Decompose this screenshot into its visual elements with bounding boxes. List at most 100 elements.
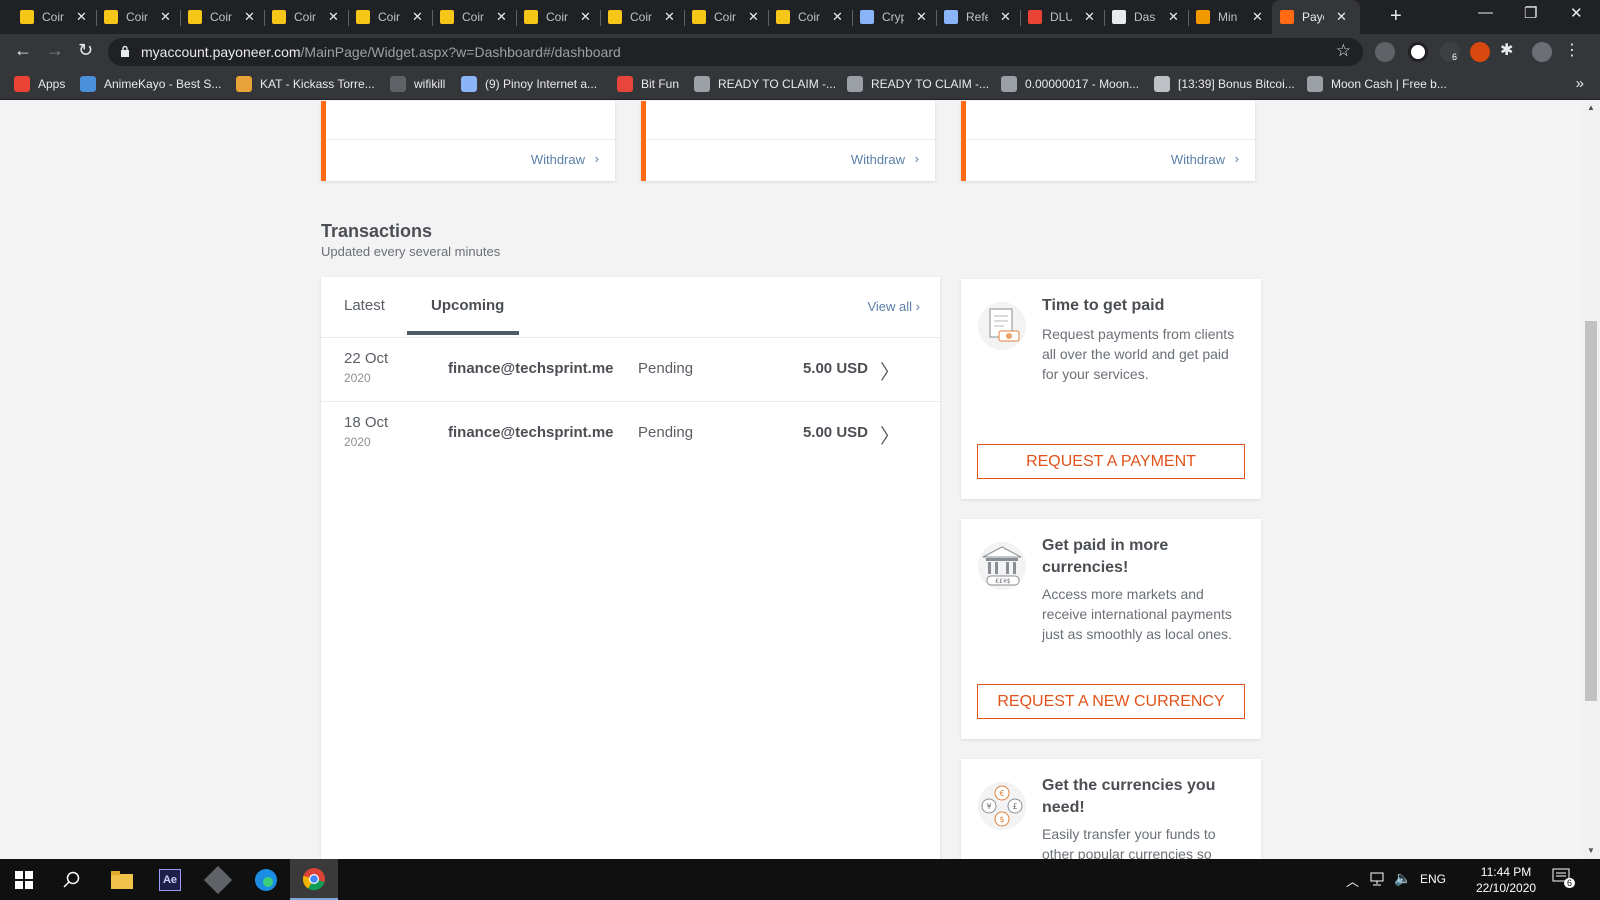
globe-icon [1112, 10, 1126, 24]
request-payment-button[interactable]: REQUEST A PAYMENT [977, 444, 1245, 479]
tab-close-icon[interactable]: ✕ [76, 9, 87, 25]
ghost-extension-icon[interactable] [1408, 42, 1428, 62]
tab-close-icon[interactable]: ✕ [664, 9, 675, 25]
browser-tab[interactable]: Coin ✕ [348, 0, 432, 34]
bookmark-item[interactable]: READY TO CLAIM -... [847, 76, 989, 92]
bookmark-star-icon[interactable]: ☆ [1336, 41, 1351, 61]
coin-icon [440, 10, 454, 24]
chevron-right-icon[interactable]: 〉 [880, 420, 900, 449]
browser-tab[interactable]: Cryp ✕ [852, 0, 936, 34]
request-currency-button[interactable]: REQUEST A NEW CURRENCY [977, 684, 1245, 719]
tab-close-icon[interactable]: ✕ [412, 9, 423, 25]
notifications-icon[interactable]: 6 [1552, 868, 1576, 890]
back-button[interactable]: ← [14, 40, 32, 61]
bookmark-item[interactable]: Bit Fun [617, 76, 679, 92]
browser-tab[interactable]: Payo ✕ [1272, 0, 1360, 34]
language-indicator[interactable]: ENG [1420, 872, 1446, 886]
app-icon[interactable] [194, 859, 242, 900]
tab-close-icon[interactable]: ✕ [244, 9, 255, 25]
bookmark-item[interactable]: AnimeKayo - Best S... [80, 76, 221, 92]
browser-tab[interactable]: Min ✕ [1188, 0, 1272, 34]
payoneer-dashboard: Withdraw › Withdraw › Withdraw › Transac… [0, 101, 1582, 859]
transaction-row[interactable]: 22 Oct 2020 finance@techsprint.me Pendin… [321, 338, 940, 402]
tab-close-icon[interactable]: ✕ [1084, 9, 1095, 25]
bookmark-item[interactable]: (9) Pinoy Internet a... [461, 76, 597, 92]
volume-icon[interactable]: 🔈 [1394, 870, 1411, 887]
browser-tab[interactable]: Coin ✕ [96, 0, 180, 34]
forward-button[interactable]: → [46, 40, 64, 61]
chrome-icon[interactable] [290, 859, 338, 900]
browser-tab[interactable]: Coin ✕ [516, 0, 600, 34]
bookmark-item[interactable]: wifikill [390, 76, 445, 92]
page-scrollbar[interactable]: ▲ ▼ [1582, 101, 1600, 859]
tab-close-icon[interactable]: ✕ [496, 9, 507, 25]
minimize-button[interactable]: — [1478, 4, 1493, 21]
browser-tab[interactable]: Coin ✕ [180, 0, 264, 34]
tab-close-icon[interactable]: ✕ [160, 9, 171, 25]
browser-tab[interactable]: Coin ✕ [264, 0, 348, 34]
windows-start-icon[interactable] [0, 859, 48, 900]
scroll-up-arrow[interactable]: ▲ [1587, 103, 1595, 112]
tab-close-icon[interactable]: ✕ [748, 9, 759, 25]
tab-close-icon[interactable]: ✕ [328, 9, 339, 25]
extension-icon[interactable] [1375, 42, 1395, 62]
browser-tab[interactable]: Refe ✕ [936, 0, 1020, 34]
profile-avatar[interactable] [1532, 42, 1552, 62]
tab-close-icon[interactable]: ✕ [1252, 9, 1263, 25]
browser-tab[interactable]: Coin ✕ [12, 0, 96, 34]
lock-icon[interactable] [120, 45, 130, 57]
gmail-icon [1028, 10, 1042, 24]
edge-icon[interactable] [242, 859, 290, 900]
reload-button[interactable]: ↻ [78, 40, 93, 61]
scroll-down-arrow[interactable]: ▼ [1587, 846, 1595, 855]
new-tab-button[interactable]: + [1390, 5, 1402, 28]
withdraw-link[interactable]: Withdraw [1171, 152, 1225, 167]
bookmark-item[interactable]: KAT - Kickass Torre... [236, 76, 375, 92]
address-bar[interactable]: myaccount.payoneer.com/MainPage/Widget.a… [108, 38, 1363, 66]
restore-button[interactable]: ❐ [1524, 4, 1537, 22]
browser-menu-icon[interactable]: ⋮ [1564, 40, 1584, 60]
scroll-thumb[interactable] [1585, 321, 1597, 701]
puzzle-extensions-icon[interactable]: ✱ [1500, 40, 1520, 60]
tab-close-icon[interactable]: ✕ [832, 9, 843, 25]
chevron-right-icon[interactable]: 〉 [880, 356, 900, 385]
url-text[interactable]: myaccount.payoneer.com/MainPage/Widget.a… [141, 44, 621, 60]
file-explorer-icon[interactable] [98, 859, 146, 900]
browser-tab[interactable]: Coin ✕ [684, 0, 768, 34]
chevron-right-icon: › [914, 151, 919, 166]
bookmark-label: [13:39] Bonus Bitcoi... [1178, 77, 1295, 91]
bookmark-item[interactable]: READY TO CLAIM -... [694, 76, 836, 92]
view-all-link[interactable]: View all › [867, 299, 920, 314]
search-icon[interactable] [48, 859, 96, 900]
clock[interactable]: 11:44 PM 22/10/2020 [1476, 864, 1536, 896]
network-icon[interactable] [1370, 872, 1388, 886]
bookmark-item[interactable]: [13:39] Bonus Bitcoi... [1154, 76, 1295, 92]
tab-close-icon[interactable]: ✕ [580, 9, 591, 25]
browser-tab[interactable]: DLU ✕ [1020, 0, 1104, 34]
promo-card-get-paid: Time to get paid Request payments from c… [961, 279, 1261, 499]
flame-extension-icon[interactable] [1470, 42, 1490, 62]
withdraw-link[interactable]: Withdraw [531, 152, 585, 167]
apps-shortcut[interactable]: Apps [14, 76, 65, 92]
tab-close-icon[interactable]: ✕ [916, 9, 927, 25]
close-window-button[interactable]: ✕ [1570, 4, 1583, 22]
tab-title: Coin [462, 10, 484, 24]
bookmark-item[interactable]: 0.00000017 - Moon... [1001, 76, 1139, 92]
tab-close-icon[interactable]: ✕ [1168, 9, 1179, 25]
after-effects-icon[interactable]: Ae [146, 859, 194, 900]
tab-upcoming[interactable]: Upcoming [431, 297, 504, 314]
browser-tab[interactable]: Coin ✕ [768, 0, 852, 34]
transaction-row[interactable]: 18 Oct 2020 finance@techsprint.me Pendin… [321, 402, 940, 466]
tab-close-icon[interactable]: ✕ [1000, 9, 1011, 25]
promo-title: Get paid in more currencies! [1042, 537, 1169, 576]
browser-tab[interactable]: Das ✕ [1104, 0, 1188, 34]
withdraw-link[interactable]: Withdraw [851, 152, 905, 167]
bookmarks-more-button[interactable]: » [1576, 75, 1584, 92]
browser-tab[interactable]: Coin ✕ [432, 0, 516, 34]
tray-overflow-icon[interactable]: ︿ [1346, 871, 1359, 890]
bookmark-item[interactable]: Moon Cash | Free b... [1307, 76, 1447, 92]
tab-close-icon[interactable]: ✕ [1336, 9, 1347, 25]
shield-extension-icon[interactable]: 6 [1440, 42, 1460, 62]
browser-tab[interactable]: Coin ✕ [600, 0, 684, 34]
tab-latest[interactable]: Latest [344, 297, 385, 314]
